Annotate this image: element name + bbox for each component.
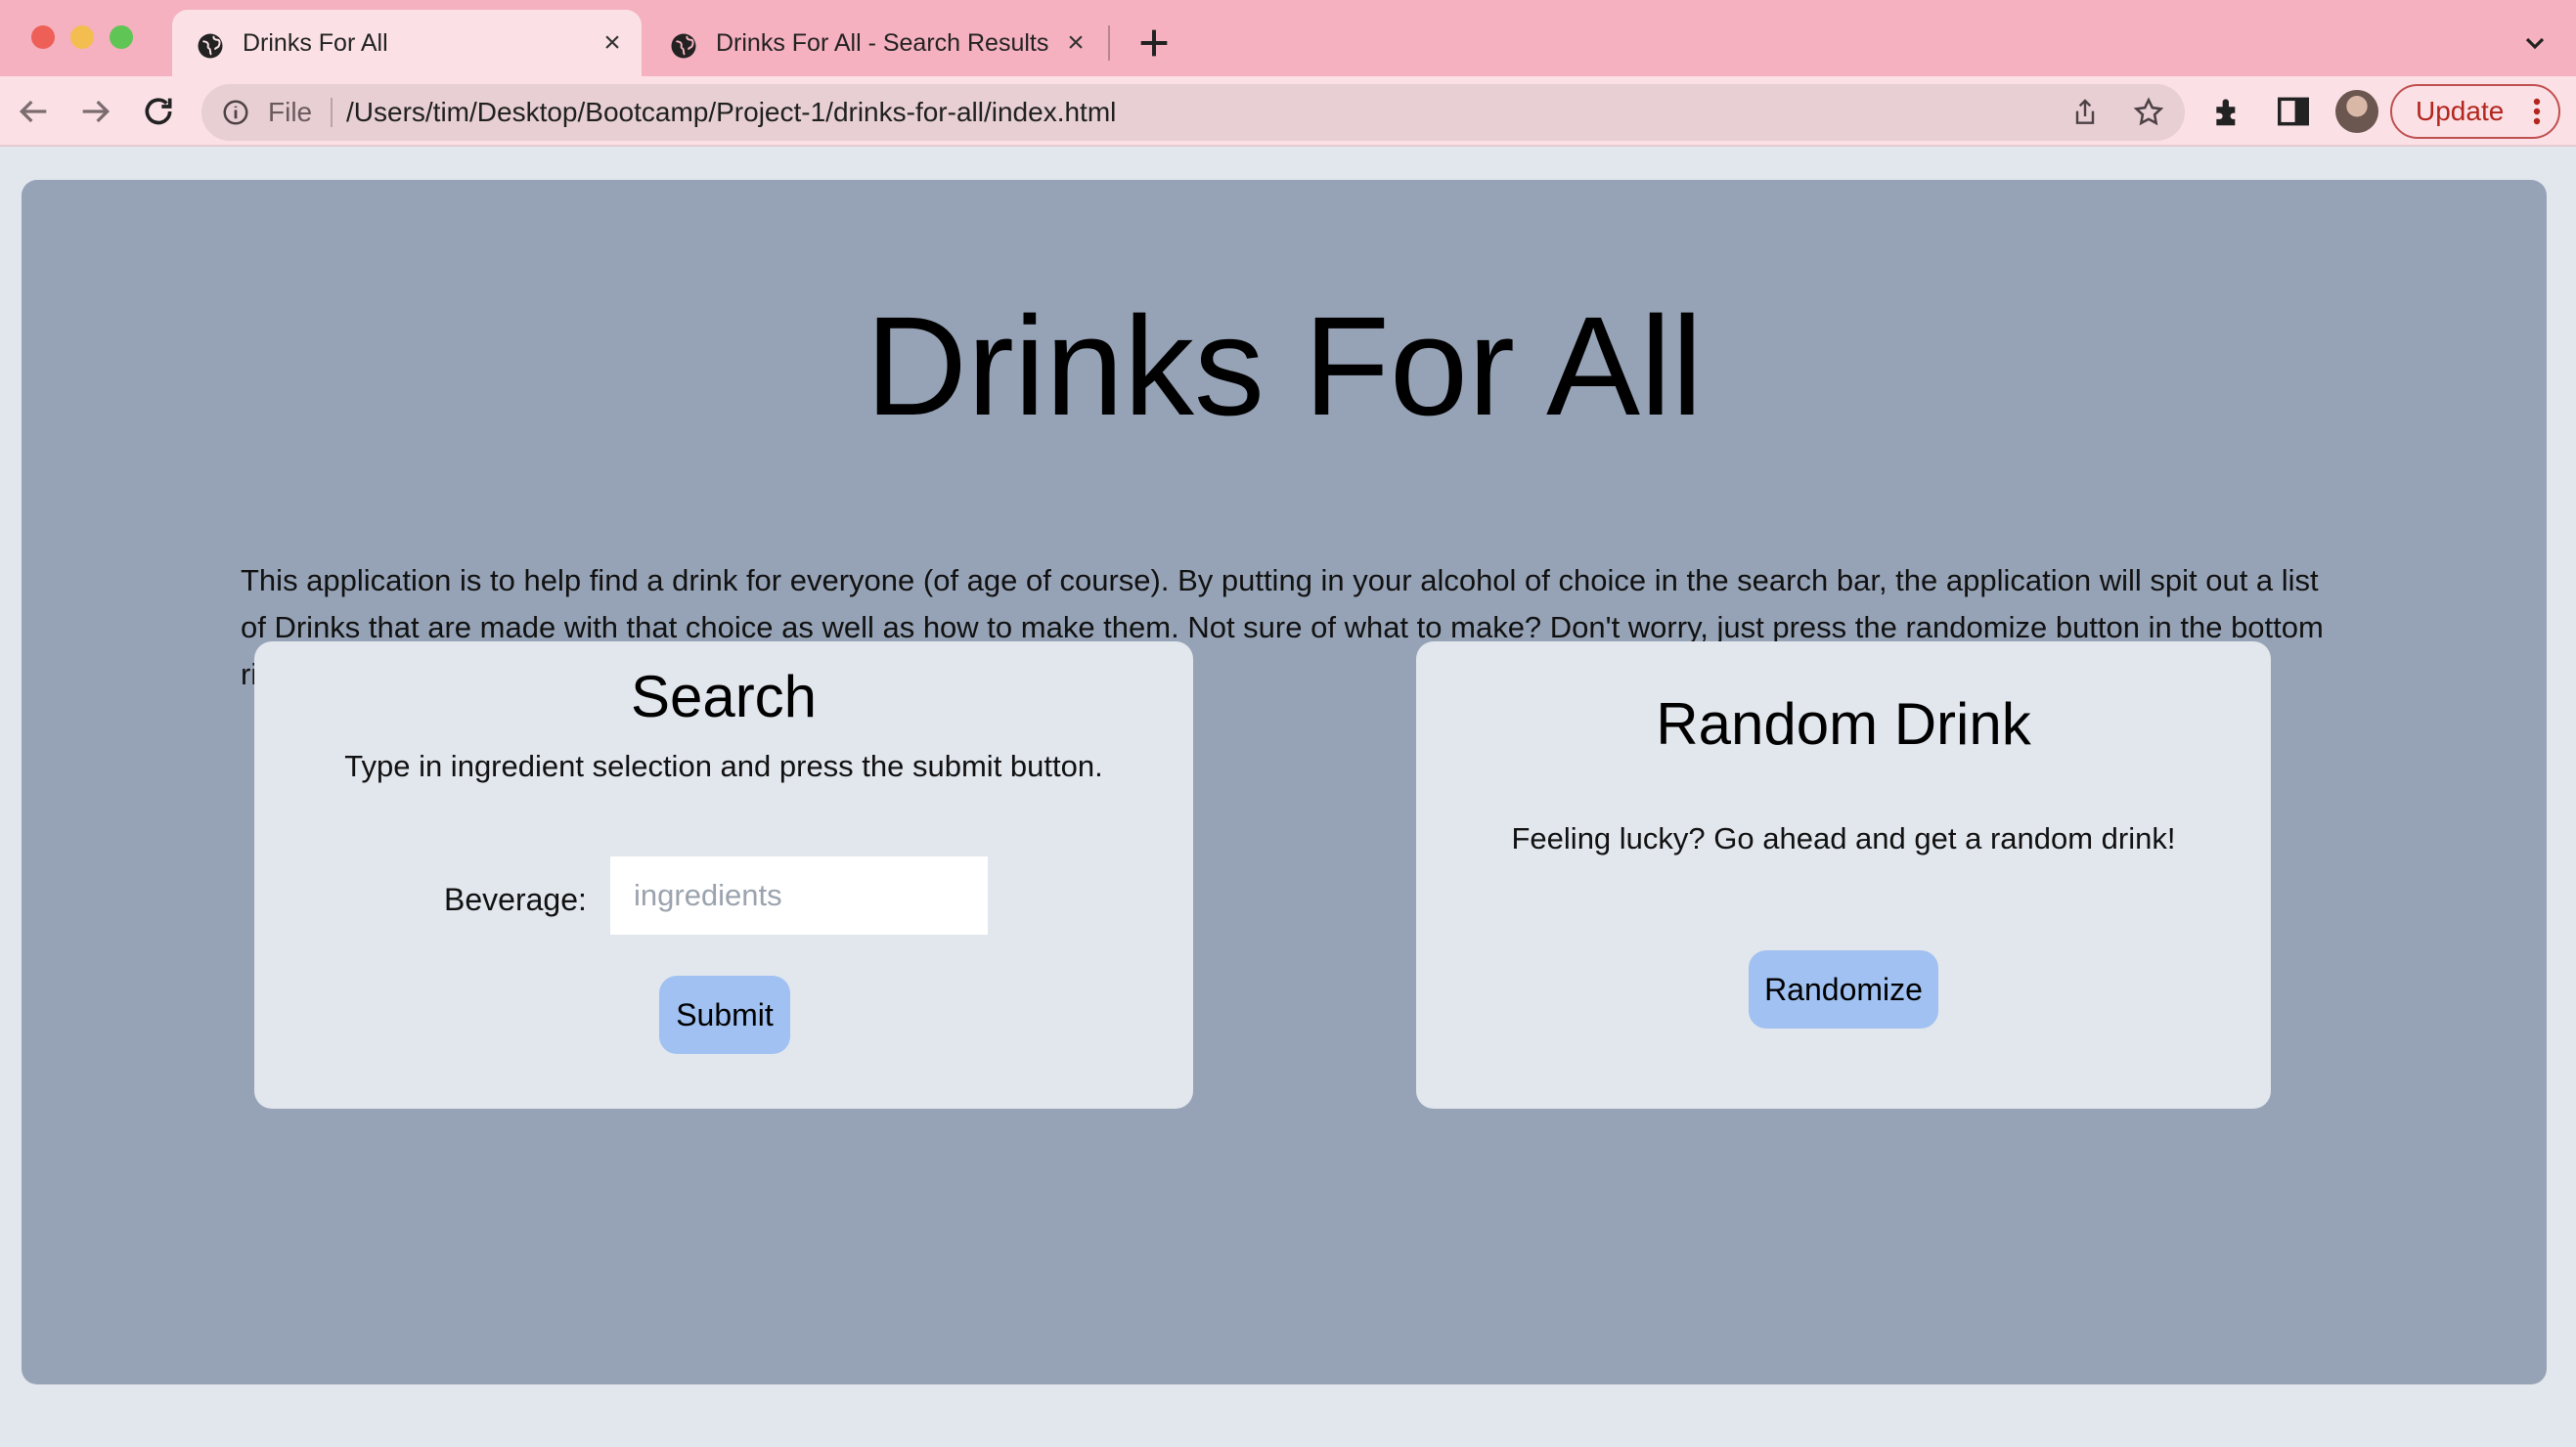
close-window-button[interactable] xyxy=(31,25,55,49)
star-icon[interactable] xyxy=(2132,96,2165,129)
close-tab-icon[interactable]: × xyxy=(1060,27,1091,59)
share-icon[interactable] xyxy=(2069,97,2101,128)
search-card: Search Type in ingredient selection and … xyxy=(254,641,1193,1109)
back-arrow-icon[interactable] xyxy=(14,92,53,131)
page-title: Drinks For All xyxy=(865,287,1704,445)
search-instructions: Type in ingredient selection and press t… xyxy=(344,749,1103,783)
address-scheme: File xyxy=(268,97,313,127)
browser-toolbar: File /Users/tim/Desktop/Bootcamp/Project… xyxy=(0,76,2576,147)
info-icon[interactable] xyxy=(221,98,250,127)
tab-title: Drinks For All - Search Results xyxy=(716,29,1049,57)
extensions-puzzle-icon[interactable] xyxy=(2210,93,2247,130)
random-heading: Random Drink xyxy=(1656,691,2031,757)
tab-drinks-for-all[interactable]: Drinks For All × xyxy=(172,10,642,76)
reload-icon[interactable] xyxy=(139,92,178,131)
close-tab-icon[interactable]: × xyxy=(597,27,628,59)
minimize-window-button[interactable] xyxy=(70,25,94,49)
address-url[interactable]: /Users/tim/Desktop/Bootcamp/Project-1/dr… xyxy=(346,84,1116,141)
tab-search-results[interactable]: Drinks For All - Search Results × xyxy=(645,10,1105,76)
new-tab-icon[interactable] xyxy=(1134,23,1174,63)
update-label: Update xyxy=(2416,96,2505,126)
zoom-window-button[interactable] xyxy=(110,25,133,49)
submit-button[interactable]: Submit xyxy=(659,976,790,1054)
tab-title: Drinks For All xyxy=(243,29,388,57)
globe-icon xyxy=(198,33,223,59)
profile-avatar[interactable] xyxy=(2335,90,2378,133)
globe-icon xyxy=(671,33,696,59)
ingredient-input[interactable] xyxy=(610,856,988,935)
address-divider xyxy=(331,98,333,127)
beverage-label: Beverage: xyxy=(444,882,587,917)
side-panel-icon[interactable] xyxy=(2275,93,2312,130)
search-heading: Search xyxy=(630,664,818,729)
random-drink-card: Random Drink Feeling lucky? Go ahead and… xyxy=(1416,641,2271,1109)
randomize-button[interactable]: Randomize xyxy=(1749,950,1938,1029)
more-menu-icon[interactable] xyxy=(2533,98,2541,125)
update-button[interactable]: Update xyxy=(2390,84,2560,139)
chevron-down-icon[interactable] xyxy=(2519,27,2551,59)
tab-divider xyxy=(1108,25,1110,61)
random-text: Feeling lucky? Go ahead and get a random… xyxy=(1511,821,2176,855)
forward-arrow-icon[interactable] xyxy=(76,92,115,131)
address-bar[interactable]: File /Users/tim/Desktop/Bootcamp/Project… xyxy=(201,84,2185,141)
tab-strip: Drinks For All × Drinks For All - Search… xyxy=(0,0,2576,76)
